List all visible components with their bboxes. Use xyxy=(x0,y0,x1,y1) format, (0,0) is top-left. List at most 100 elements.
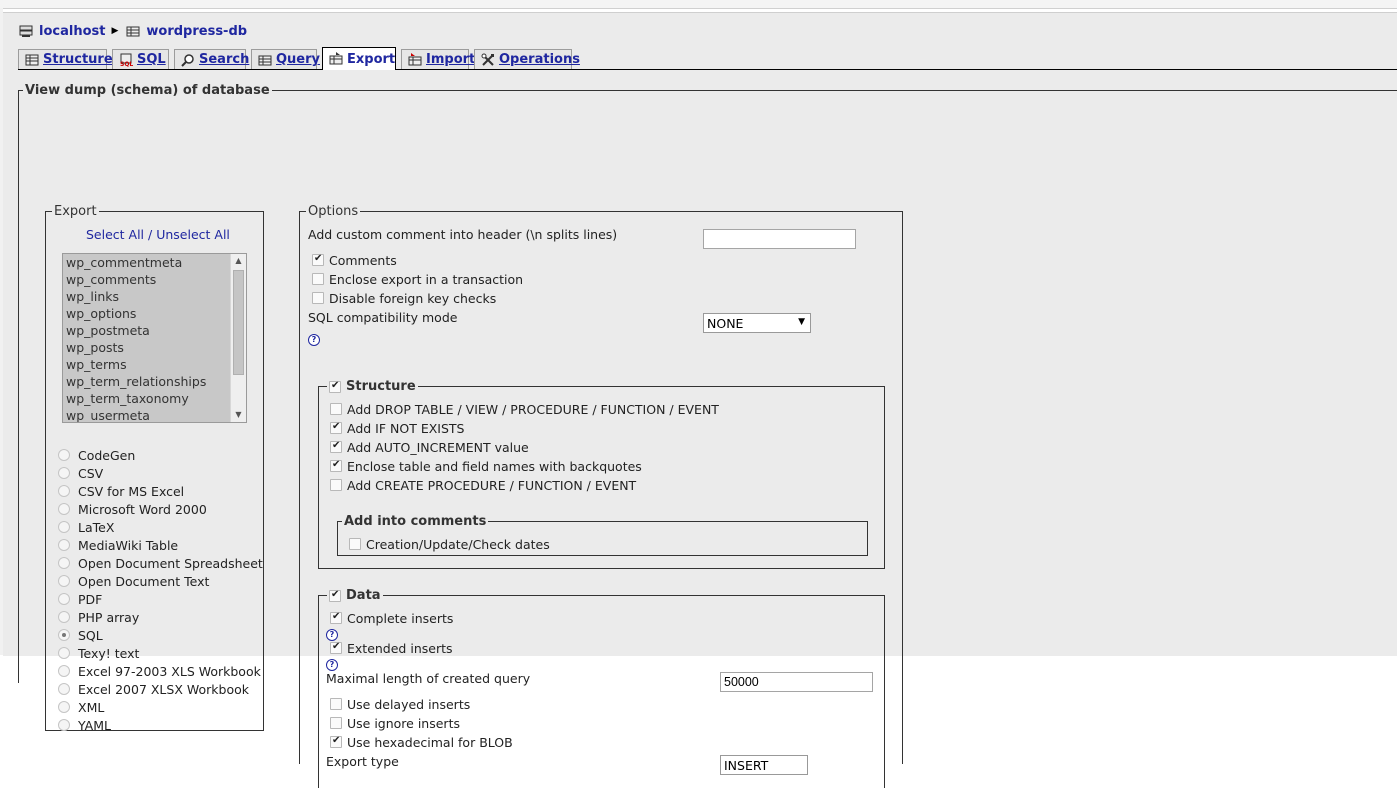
radio-button[interactable] xyxy=(58,647,70,659)
max-query-input[interactable] xyxy=(720,672,873,692)
data-checkbox[interactable] xyxy=(329,589,341,602)
structure-legend[interactable]: Structure xyxy=(327,379,418,394)
scroll-down-icon[interactable]: ▼ xyxy=(231,408,246,422)
radio-button-selected[interactable] xyxy=(58,629,70,641)
format-label: CodeGen xyxy=(78,447,136,463)
tab-search[interactable]: Search xyxy=(174,49,249,69)
table-option[interactable]: wp_usermeta xyxy=(63,407,246,422)
table-option[interactable]: wp_terms xyxy=(63,356,246,373)
radio-button[interactable] xyxy=(58,449,70,461)
dates-checkbox[interactable] xyxy=(349,538,361,550)
dates-option[interactable]: Creation/Update/Check dates xyxy=(349,535,550,553)
create-procedure-checkbox[interactable] xyxy=(330,479,342,491)
breadcrumb-server-link[interactable]: localhost xyxy=(39,24,105,39)
if-not-exists-option[interactable]: Add IF NOT EXISTS xyxy=(330,419,464,437)
comments-checkbox[interactable] xyxy=(312,253,324,266)
format-option[interactable]: MediaWiki Table xyxy=(58,536,263,554)
format-label: MediaWiki Table xyxy=(78,537,179,553)
data-legend[interactable]: Data xyxy=(327,588,383,603)
radio-button[interactable] xyxy=(58,485,70,497)
table-option[interactable]: wp_postmeta xyxy=(63,322,246,339)
select-all-link[interactable]: Select All xyxy=(86,227,144,242)
backquotes-option[interactable]: Enclose table and field names with backq… xyxy=(330,457,642,475)
delayed-inserts-option[interactable]: Use delayed inserts xyxy=(330,695,470,713)
radio-button[interactable] xyxy=(58,665,70,677)
radio-button[interactable] xyxy=(58,557,70,569)
ignore-inserts-checkbox[interactable] xyxy=(330,717,342,729)
radio-button[interactable] xyxy=(58,701,70,713)
radio-button[interactable] xyxy=(58,503,70,515)
tab-query[interactable]: Query xyxy=(251,49,320,69)
format-option[interactable]: PDF xyxy=(58,590,263,608)
tab-import[interactable]: Import xyxy=(401,49,475,69)
format-option[interactable]: Microsoft Word 2000 xyxy=(58,500,263,518)
table-select-list[interactable]: wp_commentmeta wp_comments wp_links wp_o… xyxy=(62,253,247,423)
help-icon[interactable]: ? xyxy=(308,334,320,346)
format-option[interactable]: LaTeX xyxy=(58,518,263,536)
radio-button[interactable] xyxy=(58,467,70,479)
extended-inserts-label: Extended inserts xyxy=(347,640,453,656)
format-option[interactable]: CSV for MS Excel xyxy=(58,482,263,500)
radio-button[interactable] xyxy=(58,683,70,695)
format-option[interactable]: Excel 2007 XLSX Workbook xyxy=(58,680,263,698)
table-option[interactable]: wp_options xyxy=(63,305,246,322)
table-list-scrollbar[interactable]: ▲ ▼ xyxy=(230,254,246,422)
foreign-key-checkbox[interactable] xyxy=(312,292,324,304)
structure-checkbox[interactable] xyxy=(329,380,341,393)
breadcrumb-database-link[interactable]: wordpress-db xyxy=(146,24,247,39)
format-option[interactable]: CSV xyxy=(58,464,263,482)
format-option[interactable]: CodeGen xyxy=(58,446,263,464)
scroll-thumb[interactable] xyxy=(233,270,244,375)
tab-export[interactable]: Export xyxy=(322,47,396,70)
drop-table-option[interactable]: Add DROP TABLE / VIEW / PROCEDURE / FUNC… xyxy=(330,400,719,418)
hex-blob-option[interactable]: Use hexadecimal for BLOB xyxy=(330,733,513,751)
scroll-up-icon[interactable]: ▲ xyxy=(231,254,246,268)
auto-increment-checkbox[interactable] xyxy=(330,440,342,453)
format-option[interactable]: Open Document Text xyxy=(58,572,263,590)
transaction-option[interactable]: Enclose export in a transaction xyxy=(312,270,523,288)
radio-button[interactable] xyxy=(58,719,70,731)
table-option[interactable]: wp_term_relationships xyxy=(63,373,246,390)
complete-inserts-option[interactable]: Complete inserts xyxy=(330,609,453,627)
drop-table-checkbox[interactable] xyxy=(330,403,342,415)
table-option[interactable]: wp_comments xyxy=(63,271,246,288)
extended-inserts-checkbox[interactable] xyxy=(330,641,342,654)
ignore-inserts-option[interactable]: Use ignore inserts xyxy=(330,714,460,732)
delayed-inserts-checkbox[interactable] xyxy=(330,698,342,710)
radio-button[interactable] xyxy=(58,575,70,587)
radio-button[interactable] xyxy=(58,611,70,623)
table-option[interactable]: wp_term_taxonomy xyxy=(63,390,246,407)
export-type-select[interactable]: INSERT xyxy=(720,755,808,775)
complete-inserts-checkbox[interactable] xyxy=(330,611,342,624)
hex-blob-checkbox[interactable] xyxy=(330,735,342,748)
format-option[interactable]: SQL xyxy=(58,626,263,644)
structure-legend-label: Structure xyxy=(346,379,416,394)
table-option[interactable]: wp_links xyxy=(63,288,246,305)
tab-sql[interactable]: SQL SQL xyxy=(112,49,169,69)
format-option[interactable]: Excel 97-2003 XLS Workbook xyxy=(58,662,263,680)
data-fieldset: Data Complete inserts ? Extended inserts… xyxy=(318,588,885,788)
radio-button[interactable] xyxy=(58,593,70,605)
radio-button[interactable] xyxy=(58,539,70,551)
if-not-exists-checkbox[interactable] xyxy=(330,421,342,434)
radio-button[interactable] xyxy=(58,521,70,533)
comments-option[interactable]: Comments xyxy=(312,251,397,269)
table-option[interactable]: wp_commentmeta xyxy=(63,254,246,271)
format-option[interactable]: Texy! text xyxy=(58,644,263,662)
format-option[interactable]: XML xyxy=(58,698,263,716)
format-option[interactable]: PHP array xyxy=(58,608,263,626)
format-option[interactable]: Open Document Spreadsheet xyxy=(58,554,263,572)
create-procedure-option[interactable]: Add CREATE PROCEDURE / FUNCTION / EVENT xyxy=(330,476,636,494)
compat-mode-select[interactable]: NONE ▼ xyxy=(703,313,811,333)
unselect-all-link[interactable]: Unselect All xyxy=(156,227,230,242)
tab-structure[interactable]: Structure xyxy=(18,49,113,69)
custom-comment-input[interactable] xyxy=(703,229,856,249)
table-option[interactable]: wp_posts xyxy=(63,339,246,356)
tab-operations[interactable]: Operations xyxy=(474,49,580,69)
auto-increment-option[interactable]: Add AUTO_INCREMENT value xyxy=(330,438,529,456)
format-option[interactable]: YAML xyxy=(58,716,263,734)
foreign-key-option[interactable]: Disable foreign key checks xyxy=(312,289,496,307)
transaction-checkbox[interactable] xyxy=(312,273,324,285)
extended-inserts-option[interactable]: Extended inserts xyxy=(330,639,453,657)
backquotes-checkbox[interactable] xyxy=(330,459,342,472)
